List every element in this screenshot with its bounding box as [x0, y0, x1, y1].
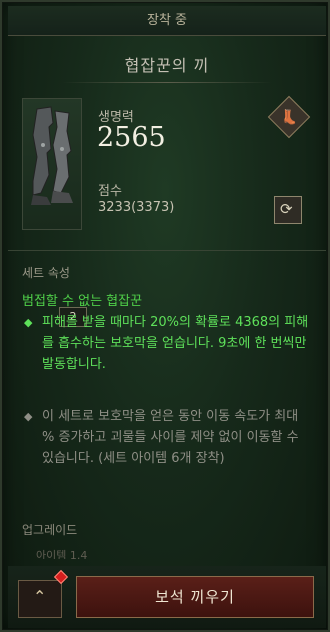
- upgrade-sub-label: 아이템 1.4: [36, 549, 88, 559]
- diamond-bullet-icon: ◆: [24, 410, 33, 423]
- boots-icon: [31, 106, 73, 205]
- name-divider: [62, 82, 272, 83]
- item-thumbnail: 2: [22, 98, 87, 327]
- compare-icon[interactable]: ⟳: [274, 196, 302, 224]
- chevron-up-icon: ⌃: [33, 587, 47, 606]
- set-bonus-text: 이 세트로 보호막을 얻은 동안 이동 속도가 최대 % 증가하고 괴물들 사이…: [42, 409, 299, 466]
- section-divider: [8, 250, 326, 251]
- set-name: 범접할 수 없는 협잡꾼: [22, 294, 143, 309]
- set-bonus-inactive: ◆ 이 세트로 보호막을 얻은 동안 이동 속도가 최대 % 증가하고 괴물들 …: [22, 406, 312, 469]
- score-label: 점수: [98, 184, 122, 199]
- set-attributes-label: 세트 속성: [22, 266, 70, 280]
- equipped-status-header: 장착 중: [8, 6, 326, 36]
- socket-gem-button[interactable]: 보석 끼우기: [76, 576, 314, 618]
- set-bonus-text: 피해를 받을 때마다 20%의 확률로 4368의 피해를 흡수하는 보호막을 …: [42, 315, 309, 372]
- boot-slot-icon[interactable]: 👢: [267, 95, 311, 139]
- set-bonus-active: ◆ 피해를 받을 때마다 20%의 확률로 4368의 피해를 흡수하는 보호막…: [22, 312, 312, 375]
- score-value: 3233(3373): [98, 200, 175, 215]
- item-tooltip-panel: 장착 중 협잡꾼의 끼 2 생명력 2565 점수 3233(3373) 👢 ⟳…: [0, 0, 330, 632]
- expand-toggle-button[interactable]: ⌃: [18, 580, 62, 618]
- life-value: 2565: [97, 122, 166, 153]
- item-name: 협잡꾼의 끼: [124, 56, 210, 75]
- diamond-bullet-icon: ◆: [24, 316, 33, 329]
- upgrade-label: 업그레이드: [22, 523, 78, 537]
